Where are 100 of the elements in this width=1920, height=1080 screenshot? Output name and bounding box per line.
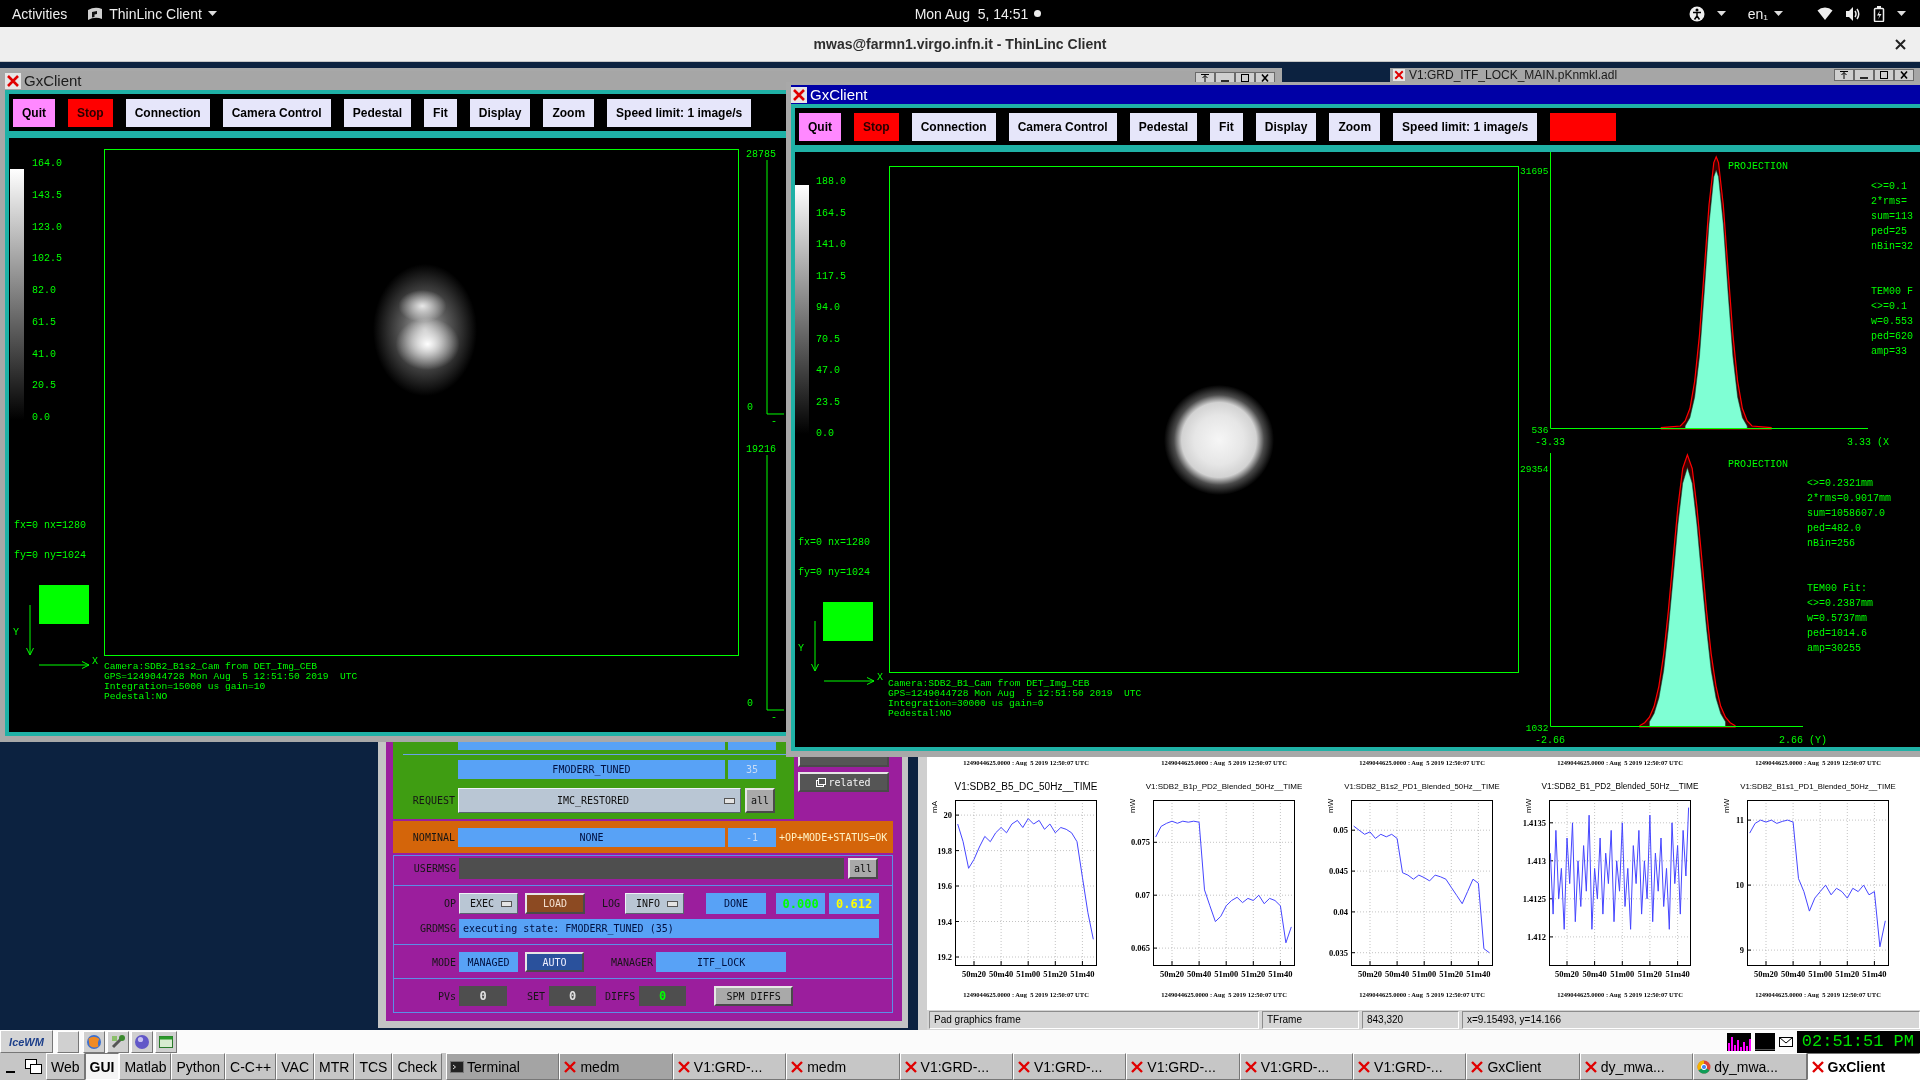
x-mark-icon — [1810, 1059, 1825, 1074]
request-dropdown[interactable]: IMC_RESTORED — [458, 788, 741, 813]
accessibility-icon[interactable] — [1688, 5, 1705, 22]
log-level-dropdown[interactable]: INFO — [625, 893, 685, 914]
info-line: Integration=30000 us gain=0 — [888, 699, 1045, 709]
toolbar-button[interactable]: Camera Control — [1008, 112, 1117, 141]
x-tick-label: 2.66 (Y) — [1779, 735, 1827, 746]
launcher-button[interactable] — [83, 1030, 105, 1053]
workspace-button[interactable]: MTR — [314, 1053, 355, 1080]
x-axis-arrow — [38, 661, 90, 669]
toolbar-button[interactable]: Stop — [854, 112, 899, 141]
taskbar-button[interactable]: dy_mwa... — [1579, 1053, 1694, 1080]
load-button[interactable]: LOAD — [525, 893, 585, 914]
start-button[interactable]: IceWM — [0, 1030, 53, 1053]
launcher-button[interactable] — [107, 1030, 129, 1053]
arrow-up-bar-icon[interactable] — [1834, 69, 1854, 81]
workspace-button[interactable]: GUI — [84, 1053, 120, 1080]
operation-dropdown[interactable]: EXEC — [459, 893, 518, 914]
keyboard-layout-menu[interactable]: en₁ — [1747, 5, 1783, 22]
taskbar-button[interactable]: V1:GRD-... — [1239, 1053, 1354, 1080]
launcher-button[interactable] — [57, 1030, 79, 1053]
app-menu[interactable]: ThinLinc Client — [87, 5, 217, 22]
taskbar-button[interactable]: GxClient — [1806, 1053, 1920, 1080]
taskbar-button[interactable]: dy_mwa... — [1693, 1053, 1807, 1080]
toolbar-button[interactable]: Display — [469, 98, 531, 127]
taskbar-button[interactable]: V1:GRD-... — [899, 1053, 1013, 1080]
fit-stat-line: ped=1014.6 — [1807, 627, 1868, 641]
readout-value: 0.000 — [782, 896, 819, 911]
workspace-button[interactable]: Matlab — [119, 1053, 172, 1080]
toolbar-button[interactable]: Fit — [1210, 112, 1243, 141]
field-label: MODE — [430, 956, 456, 968]
y-tick-label: 536 — [1531, 424, 1549, 436]
info-line: Pedestal:NO — [888, 709, 953, 719]
maximize-icon[interactable] — [1874, 69, 1894, 81]
workspace-button[interactable]: TCS — [354, 1053, 393, 1080]
caret-icon[interactable] — [1716, 11, 1726, 16]
x-tick-label: 50m20 — [961, 969, 987, 979]
colorbar-label: 123.0 — [32, 221, 62, 234]
taskbar-button[interactable]: V1:GRD-... — [672, 1053, 787, 1080]
close-icon[interactable] — [1894, 69, 1914, 81]
toolbar-button[interactable]: Camera Control — [222, 98, 331, 127]
workspace-button[interactable]: Check — [392, 1053, 443, 1080]
workspace-button[interactable]: VAC — [276, 1053, 315, 1080]
toolbar-button[interactable]: Quit — [799, 112, 841, 141]
volume-icon[interactable] — [1845, 5, 1861, 22]
windows-icon[interactable] — [24, 1056, 44, 1077]
taskbar-button[interactable]: medm — [559, 1053, 673, 1080]
workspace-button[interactable]: Python — [171, 1053, 226, 1080]
app-icon — [87, 5, 104, 22]
taskbar-button[interactable]: V1:GRD-... — [1353, 1053, 1467, 1080]
panel-button[interactable] — [798, 757, 889, 767]
taskbar-button[interactable]: GxClient — [1466, 1053, 1580, 1080]
diffs-button[interactable]: SPM DIFFS — [714, 986, 794, 1006]
toolbar-button[interactable]: Fit — [424, 98, 457, 127]
toolbar-button[interactable]: Zoom — [543, 98, 595, 127]
toolbar-button[interactable]: Connection — [911, 112, 996, 141]
battery-icon[interactable] — [1873, 5, 1885, 22]
minimize-icon[interactable] — [1854, 69, 1874, 81]
toolbar-button[interactable]: Speed limit: 1 image/s — [607, 98, 752, 127]
auto-button[interactable]: AUTO — [525, 952, 584, 972]
toolbar-button[interactable]: Display — [1255, 112, 1317, 141]
menu-indicator-icon — [501, 900, 512, 907]
x-mark-icon — [791, 86, 807, 103]
wifi-icon[interactable] — [1817, 6, 1833, 21]
count-value: 0 — [659, 989, 667, 1003]
taskbar-button[interactable]: Terminal — [446, 1053, 560, 1080]
x-tick-label: 50m40 — [1582, 969, 1607, 979]
all-button[interactable]: all — [848, 858, 878, 879]
related-button[interactable]: related — [798, 772, 889, 792]
x-tick-label: 50m20 — [1753, 969, 1779, 979]
colorbar-label: 164.5 — [816, 207, 846, 220]
activities-button[interactable]: Activities — [12, 5, 68, 22]
toolbar-button[interactable]: Quit — [13, 98, 55, 127]
x-tick-label: 51m40 — [1268, 969, 1293, 979]
y-tick-label: 0.075 — [1130, 837, 1150, 848]
x-tick-label: 51m00 — [1214, 969, 1239, 979]
taskbar-button[interactable]: V1:GRD-... — [1126, 1053, 1240, 1080]
taskbar-button[interactable]: V1:GRD-... — [1012, 1053, 1127, 1080]
mail-icon[interactable] — [1778, 1036, 1793, 1047]
toolbar-button[interactable]: Zoom — [1329, 112, 1381, 141]
clock-menu[interactable]: Mon Aug 5, 14:51 — [914, 5, 1042, 22]
caret-icon[interactable] — [207, 11, 217, 16]
x-tick-label: 51m20 — [1835, 969, 1860, 979]
launcher-button[interactable] — [155, 1030, 177, 1053]
toolbar-button[interactable]: Speed limit: 1 image/s — [1393, 112, 1538, 141]
taskbar-button[interactable]: medm — [786, 1053, 900, 1080]
toolbar-button[interactable]: Connection — [125, 98, 210, 127]
close-icon[interactable] — [1895, 38, 1906, 50]
toolbar-button[interactable]: Pedestal — [343, 98, 412, 127]
toolbar-button[interactable]: Stop — [68, 98, 113, 127]
mode-field: MANAGED — [459, 952, 518, 972]
caret-icon[interactable] — [1897, 11, 1906, 16]
all-button[interactable]: all — [745, 788, 775, 813]
workspace-button[interactable]: Web — [46, 1053, 85, 1080]
caret-icon[interactable] — [1774, 11, 1783, 16]
launcher-button[interactable] — [131, 1030, 153, 1053]
toolbar-button[interactable]: Pedestal — [1129, 112, 1198, 141]
tools-icon — [110, 1033, 126, 1050]
workspace-button[interactable]: C-C++ — [225, 1053, 277, 1080]
window-title: GxClient — [810, 86, 869, 103]
